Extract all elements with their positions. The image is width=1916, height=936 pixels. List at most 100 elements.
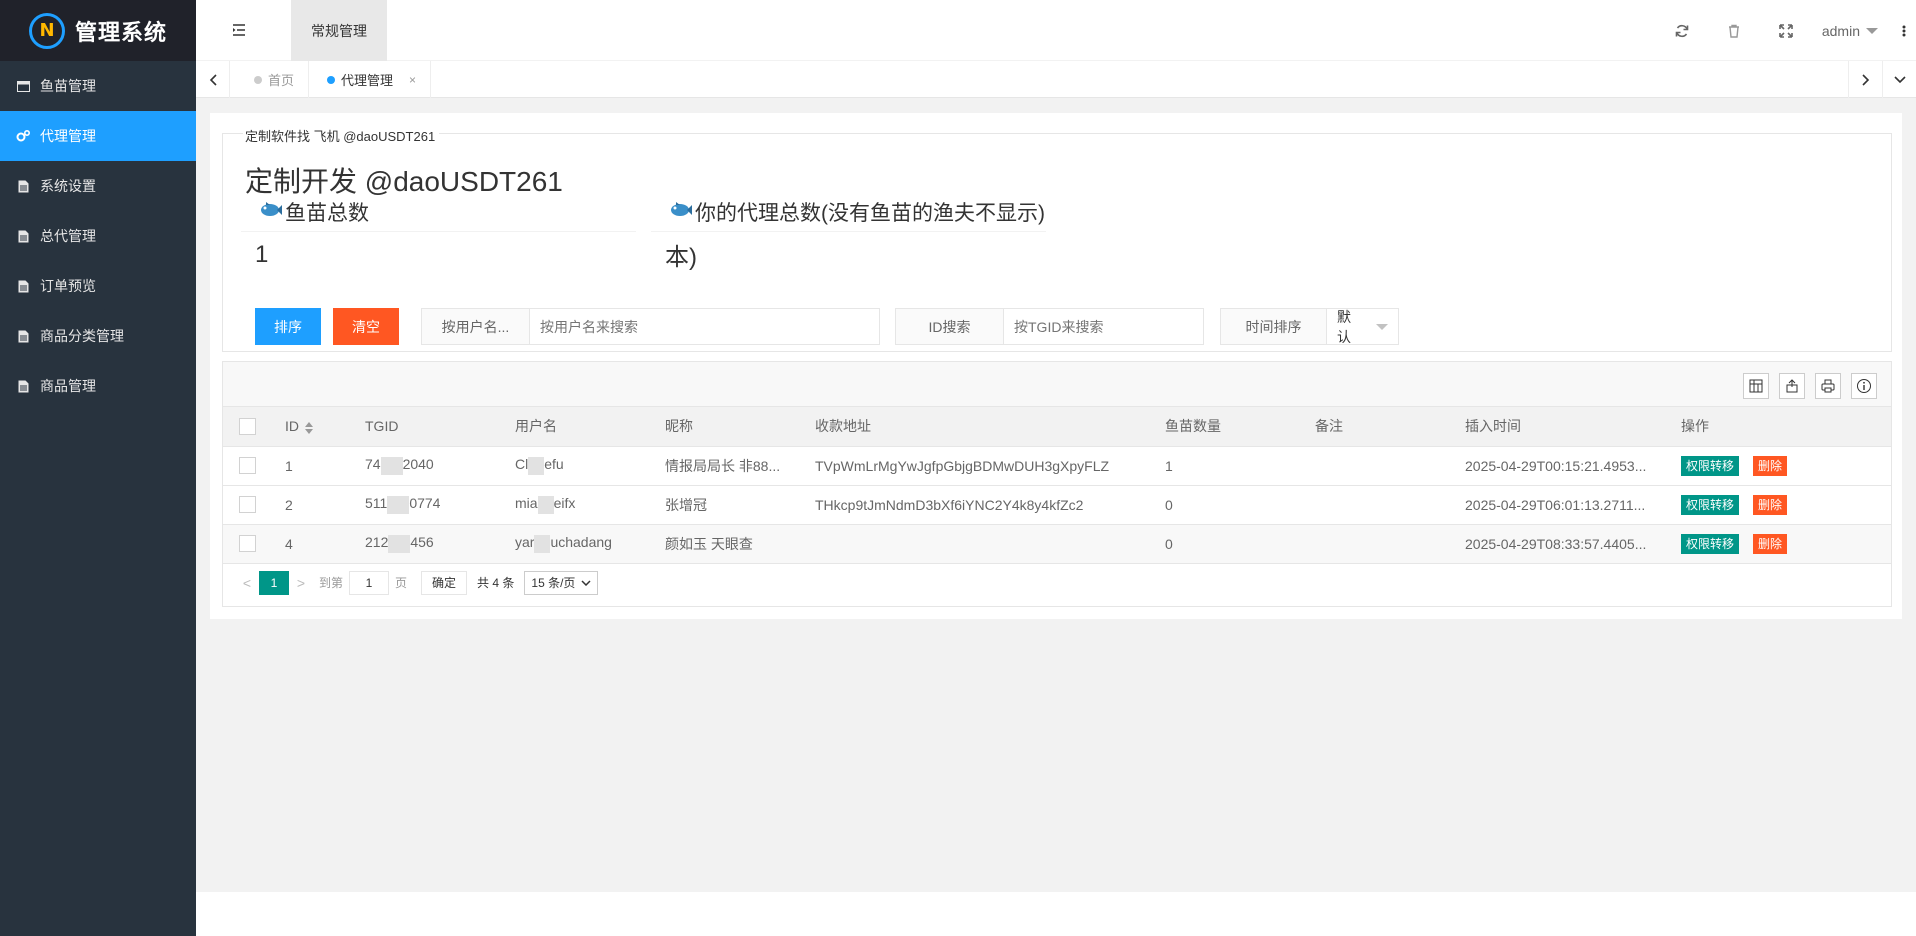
- goto-page-input[interactable]: 1: [349, 570, 390, 595]
- col-id[interactable]: ID: [269, 407, 349, 447]
- fullscreen-icon[interactable]: [1760, 0, 1812, 61]
- fish-icon: [667, 198, 693, 226]
- total-count: 共 4 条: [477, 576, 515, 590]
- tabs-prev-icon[interactable]: [196, 61, 230, 98]
- export-icon[interactable]: [1779, 373, 1805, 399]
- tabs-next-icon[interactable]: [1848, 61, 1882, 98]
- col-address: 收款地址: [799, 407, 1149, 447]
- transfer-button[interactable]: 权限转移: [1681, 455, 1740, 476]
- refresh-icon[interactable]: [1656, 0, 1708, 61]
- tabs-menu-icon[interactable]: [1882, 61, 1916, 98]
- select-all-checkbox[interactable]: [239, 418, 256, 436]
- username-search-label: 按用户名...: [422, 309, 530, 344]
- next-page-button[interactable]: >: [289, 575, 313, 591]
- sidebar-item-agents[interactable]: 代理管理: [0, 111, 196, 161]
- document-icon: [16, 379, 30, 393]
- data-table-panel: ID TGID 用户名 昵称 收款地址 鱼苗数量 备注 插入时间 操作 1 74…: [222, 361, 1892, 607]
- gears-icon: [16, 129, 30, 143]
- cell-insert-time: 2025-04-29T08:33:57.4405...: [1449, 524, 1665, 564]
- transfer-button[interactable]: 权限转移: [1681, 494, 1740, 515]
- table-row: 1 74 2040 Cl efu 情报局局长 非88... TVpWmLrMgYwJ…: [223, 446, 1891, 486]
- main-content: 定制软件找 飞机 @daoUSDT261 定制开发 @daoUSDT261 鱼苗…: [210, 113, 1902, 619]
- header-nav-tab[interactable]: 常规管理: [291, 0, 387, 61]
- page-tab-bar: 首页 代理管理 ×: [196, 61, 1916, 98]
- row-checkbox[interactable]: [239, 535, 256, 553]
- table-row: 4 212 456 yar uchadang 颜如玉 天眼查 0 2025-04-2…: [223, 524, 1891, 564]
- username-search-input[interactable]: [530, 309, 878, 344]
- sidebar-item-products[interactable]: 商品管理: [0, 361, 196, 411]
- cell-username: yar uchadang: [499, 524, 649, 564]
- delete-button[interactable]: 删除: [1753, 533, 1788, 554]
- fish-icon: [257, 198, 283, 226]
- more-vertical-icon[interactable]: [1892, 0, 1916, 61]
- tab-agents[interactable]: 代理管理 ×: [309, 61, 432, 98]
- delete-button[interactable]: 删除: [1753, 494, 1788, 515]
- sidebar-item-fish[interactable]: 鱼苗管理: [0, 61, 196, 111]
- id-search-group: ID搜索: [895, 308, 1204, 345]
- current-page[interactable]: 1: [259, 570, 289, 595]
- sidebar-item-orders[interactable]: 订单预览: [0, 261, 196, 311]
- stat-label: 你的代理总数(没有鱼苗的渔夫不显示): [651, 192, 1046, 232]
- app-title: 管理系统: [74, 19, 167, 45]
- select-all-cell: [223, 407, 269, 447]
- stat-agent-total: 你的代理总数(没有鱼苗的渔夫不显示) 本): [651, 192, 1046, 277]
- clear-button[interactable]: 清空: [333, 308, 399, 345]
- sidebar-item-label: 商品管理: [40, 378, 96, 394]
- redaction: [387, 495, 410, 514]
- tgid-search-input[interactable]: [1004, 309, 1202, 344]
- sidebar-item-label: 总代管理: [40, 228, 96, 244]
- username-search-group: 按用户名...: [421, 308, 880, 345]
- sidebar-item-label: 鱼苗管理: [40, 78, 96, 94]
- cell-username: mia eifx: [499, 485, 649, 525]
- search-fieldset: 定制软件找 飞机 @daoUSDT261 定制开发 @daoUSDT261 鱼苗…: [222, 126, 1892, 352]
- sidebar-item-categories[interactable]: 商品分类管理: [0, 311, 196, 361]
- cell-note: [1299, 485, 1449, 525]
- sidebar-item-general-agent[interactable]: 总代管理: [0, 211, 196, 261]
- sidebar-item-settings[interactable]: 系统设置: [0, 161, 196, 211]
- cell-nickname: 情报局局长 非88...: [649, 446, 799, 486]
- table-tool-icons: [1743, 373, 1877, 399]
- close-icon[interactable]: ×: [409, 73, 416, 87]
- cell-insert-time: 2025-04-29T06:01:13.2711...: [1449, 485, 1665, 525]
- row-select-cell: [223, 446, 269, 486]
- menu-toggle-icon[interactable]: [230, 21, 248, 39]
- cell-actions: 权限转移 删除: [1665, 524, 1891, 564]
- cell-nickname: 张增冠: [649, 485, 799, 525]
- sidebar-item-label: 商品分类管理: [40, 328, 124, 344]
- redaction: [380, 456, 403, 475]
- table-header-row: ID TGID 用户名 昵称 收款地址 鱼苗数量 备注 插入时间 操作: [223, 407, 1891, 447]
- tab-dot-icon: [254, 75, 262, 84]
- page-size-select[interactable]: 15 条/页: [524, 570, 599, 595]
- cell-address: [799, 524, 1149, 564]
- info-icon[interactable]: [1851, 373, 1877, 399]
- row-select-cell: [223, 485, 269, 525]
- logo[interactable]: N 管理系统: [0, 0, 196, 61]
- col-username: 用户名: [499, 407, 649, 447]
- print-icon[interactable]: [1815, 373, 1841, 399]
- tab-home[interactable]: 首页: [236, 61, 310, 98]
- redaction: [534, 534, 551, 553]
- cell-nickname: 颜如玉 天眼查: [649, 524, 799, 564]
- redaction: [528, 456, 545, 475]
- sort-button[interactable]: 排序: [255, 308, 321, 345]
- trash-icon[interactable]: [1708, 0, 1760, 61]
- prev-page-button[interactable]: <: [235, 575, 259, 591]
- pagination: < 1 > 到第 1 页 确定 共 4 条 15 条/页: [223, 564, 1891, 602]
- row-checkbox[interactable]: [239, 457, 256, 475]
- window-icon: [16, 79, 30, 93]
- row-checkbox[interactable]: [239, 496, 256, 514]
- cell-insert-time: 2025-04-29T00:15:21.4953...: [1449, 446, 1665, 486]
- col-fish-count: 鱼苗数量: [1149, 407, 1299, 447]
- columns-icon[interactable]: [1743, 373, 1769, 399]
- col-tgid: TGID: [349, 407, 499, 447]
- goto-confirm-button[interactable]: 确定: [421, 570, 468, 595]
- col-actions: 操作: [1665, 407, 1891, 447]
- time-sort-select[interactable]: 默认: [1326, 309, 1398, 345]
- cell-fish-count: 1: [1149, 446, 1299, 486]
- cell-id: 4: [269, 524, 349, 564]
- user-menu[interactable]: admin: [1812, 23, 1892, 39]
- sort-icon[interactable]: [305, 421, 313, 434]
- delete-button[interactable]: 删除: [1753, 455, 1788, 476]
- redaction: [537, 495, 554, 514]
- transfer-button[interactable]: 权限转移: [1681, 533, 1740, 554]
